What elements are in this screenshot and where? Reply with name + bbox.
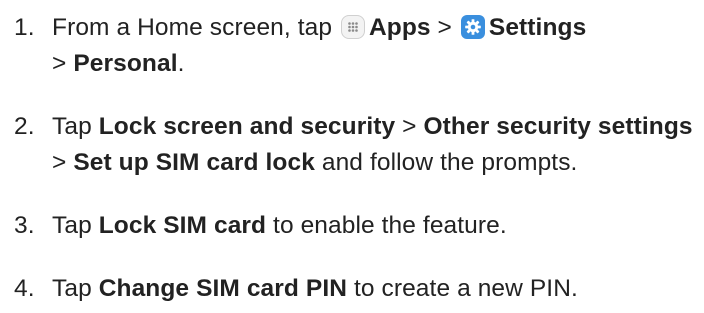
step-number: 2.	[14, 113, 35, 140]
step-number: 3.	[14, 212, 35, 239]
change-sim-card-pin-label: Change SIM card PIN	[98, 275, 348, 302]
step-text: From a Home screen, tap Apps > Settings …	[52, 10, 698, 82]
set-up-sim-card-lock-label: Set up SIM card lock	[73, 149, 315, 176]
step-text-segment: Tap	[52, 212, 99, 239]
step-3: 3. Tap Lock SIM card to enable the featu…	[14, 208, 698, 244]
separator: >	[52, 50, 74, 77]
step-text: Tap Change SIM card PIN to create a new …	[52, 271, 698, 307]
step-text-segment: to create a new PIN.	[347, 275, 578, 302]
step-number: 4.	[14, 275, 35, 302]
step-4: 4. Tap Change SIM card PIN to create a n…	[14, 271, 698, 307]
step-text-segment: .	[177, 50, 185, 77]
step-text-segment: Tap	[52, 275, 99, 302]
apps-label: Apps	[368, 14, 431, 41]
step-text-segment: and follow the prompts.	[314, 149, 578, 176]
other-security-settings-label: Other security settings	[423, 113, 693, 140]
settings-icon	[460, 15, 485, 39]
lock-screen-and-security-label: Lock screen and security	[98, 113, 396, 140]
step-text: Tap Lock screen and security > Other sec…	[52, 109, 698, 181]
apps-icon	[340, 15, 365, 39]
separator: >	[395, 113, 424, 140]
step-text-segment: From a Home screen, tap	[52, 14, 339, 41]
instruction-steps: 1. From a Home screen, tap Apps > Settin…	[14, 10, 698, 307]
step-1: 1. From a Home screen, tap Apps > Settin…	[14, 10, 698, 82]
step-2: 2. Tap Lock screen and security > Other …	[14, 109, 698, 181]
step-text-segment: Tap	[52, 113, 99, 140]
separator: >	[52, 149, 74, 176]
lock-sim-card-label: Lock SIM card	[98, 212, 267, 239]
personal-label: Personal	[73, 50, 178, 77]
separator: >	[430, 14, 459, 41]
step-text-segment: to enable the feature.	[266, 212, 507, 239]
step-text: Tap Lock SIM card to enable the feature.	[52, 208, 698, 244]
settings-label: Settings	[488, 14, 587, 41]
step-number: 1.	[14, 14, 35, 41]
